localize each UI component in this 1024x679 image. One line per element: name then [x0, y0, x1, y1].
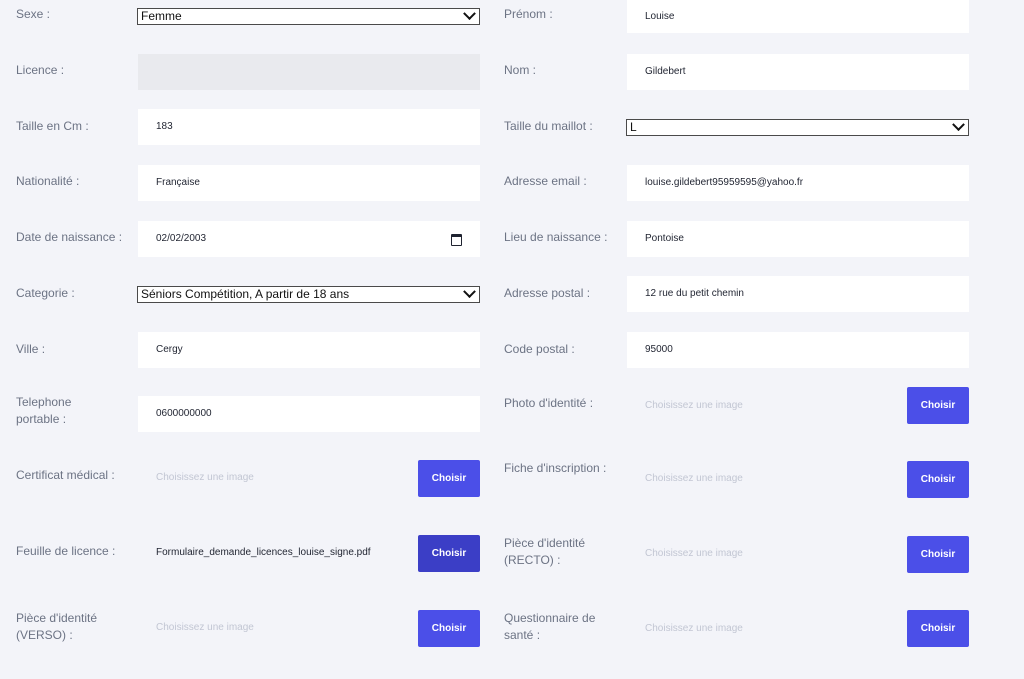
taille-label: Taille en Cm :: [16, 119, 89, 133]
maillot-label: Taille du maillot :: [504, 119, 593, 133]
lieu-label: Lieu de naissance :: [504, 230, 608, 244]
chevron-down-icon: [952, 118, 965, 132]
certificat-choose-button[interactable]: Choisir: [418, 460, 480, 497]
photo-choose-button[interactable]: Choisir: [907, 387, 969, 424]
certificat-file-field[interactable]: Choisissez une image: [138, 460, 418, 496]
licence-label: Licence :: [16, 63, 65, 77]
chevron-down-icon: [463, 7, 476, 21]
calendar-icon[interactable]: [451, 234, 462, 246]
photo-label: Photo d'identité :: [504, 396, 594, 410]
feuille-label: Feuille de licence :: [16, 544, 116, 558]
categorie-select[interactable]: Séniors Compétition, A partir de 18 ans: [137, 285, 480, 303]
naissance-value: 02/02/2003: [156, 233, 207, 244]
verso-file-field[interactable]: Choisissez une image: [138, 610, 418, 646]
fiche-choose-button[interactable]: Choisir: [907, 461, 969, 498]
fiche-file-field[interactable]: Choisissez une image: [627, 461, 907, 497]
nationalite-label: Nationalité :: [16, 174, 80, 188]
verso-label: Pièce d'identité (VERSO) :: [16, 611, 98, 642]
naissance-date-input[interactable]: 02/02/2003: [138, 221, 480, 257]
sexe-value: Femme: [141, 9, 182, 23]
feuille-choose-button[interactable]: Choisir: [418, 535, 480, 572]
telephone-input[interactable]: 0600000000: [138, 396, 480, 432]
feuille-file-field[interactable]: Formulaire_demande_licences_louise_signe…: [138, 535, 418, 571]
sexe-select[interactable]: Femme: [137, 7, 480, 25]
nom-input[interactable]: Gildebert: [627, 54, 969, 90]
adresse-input[interactable]: 12 rue du petit chemin: [627, 276, 969, 312]
email-input[interactable]: louise.gildebert95959595@yahoo.fr: [627, 165, 969, 201]
fiche-label: Fiche d'inscription :: [504, 461, 607, 475]
sexe-label: Sexe :: [16, 7, 51, 21]
telephone-label: Telephone portable :: [16, 395, 72, 426]
maillot-value: L: [630, 120, 637, 134]
categorie-value: Séniors Compétition, A partir de 18 ans: [141, 287, 350, 301]
prenom-label: Prénom :: [504, 7, 553, 21]
chevron-down-icon: [463, 285, 476, 299]
taille-input[interactable]: 183: [138, 109, 480, 145]
categorie-label: Categorie :: [16, 286, 75, 300]
prenom-input[interactable]: Louise: [627, 0, 969, 33]
certificat-label: Certificat médical :: [16, 468, 115, 482]
verso-choose-button[interactable]: Choisir: [418, 610, 480, 647]
nom-label: Nom :: [504, 63, 537, 77]
naissance-label: Date de naissance :: [16, 230, 123, 244]
questionnaire-choose-button[interactable]: Choisir: [907, 610, 969, 647]
recto-choose-button[interactable]: Choisir: [907, 536, 969, 573]
maillot-select[interactable]: L: [626, 118, 969, 136]
lieu-input[interactable]: Pontoise: [627, 221, 969, 257]
cp-input[interactable]: 95000: [627, 332, 969, 368]
cp-label: Code postal :: [504, 342, 575, 356]
adresse-label: Adresse postal :: [504, 286, 591, 300]
ville-label: Ville :: [16, 342, 46, 356]
nationalite-input[interactable]: Française: [138, 165, 480, 201]
recto-label: Pièce d'identité (RECTO) :: [504, 536, 586, 567]
email-label: Adresse email :: [504, 174, 587, 188]
recto-file-field[interactable]: Choisissez une image: [627, 536, 907, 572]
photo-file-field[interactable]: Choisissez une image: [627, 388, 907, 424]
questionnaire-file-field[interactable]: Choisissez une image: [627, 611, 907, 647]
ville-input[interactable]: Cergy: [138, 332, 480, 368]
questionnaire-label: Questionnaire de santé :: [504, 611, 596, 642]
licence-input: [138, 54, 480, 90]
